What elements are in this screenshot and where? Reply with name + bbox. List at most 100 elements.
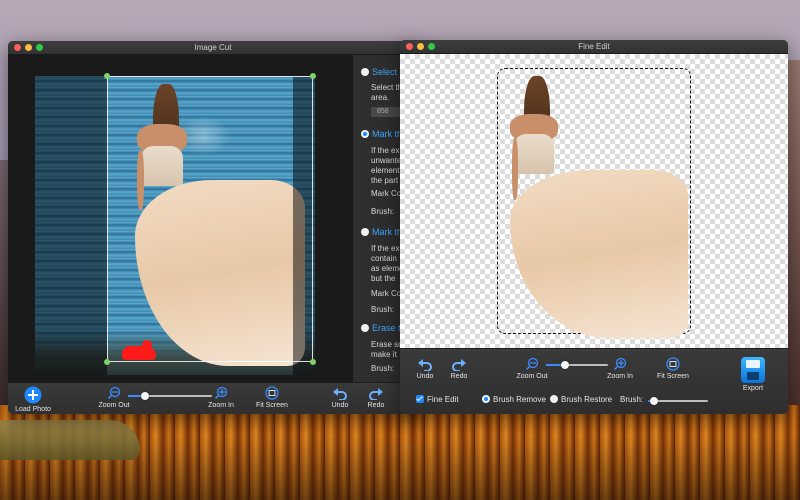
selection-handle-bottom-left[interactable]: [104, 359, 110, 365]
export-button[interactable]: Export: [734, 357, 772, 392]
selection-handle-bottom-right[interactable]: [310, 359, 316, 365]
radio-brush-remove[interactable]: [482, 395, 490, 403]
option-desc: make it: [371, 350, 397, 359]
redo-icon: [452, 359, 466, 371]
option-desc: element: [371, 166, 400, 175]
minimize-button[interactable]: [25, 44, 32, 51]
undo-icon: [333, 388, 347, 400]
option-desc: contain: [371, 254, 397, 263]
fine-fit-screen-button[interactable]: Fit Screen: [652, 357, 694, 380]
selection-rectangle[interactable]: [107, 76, 313, 362]
source-photo[interactable]: [35, 73, 316, 375]
option-desc: Erase so: [371, 340, 403, 349]
close-button[interactable]: [406, 43, 413, 50]
image-cut-window: Image Cut Select c Select th area. 858 M…: [8, 41, 418, 414]
brush-restore-option[interactable]: Brush Restore: [550, 395, 612, 404]
brush-label: Brush:: [371, 305, 395, 314]
zoom-in-icon: [214, 386, 228, 400]
redo-icon: [369, 388, 383, 400]
option-select-rect[interactable]: Select c: [361, 67, 404, 77]
option-desc: the part: [371, 176, 399, 185]
fit-screen-label: Fit Screen: [256, 402, 288, 409]
radio-brush-restore[interactable]: [550, 395, 558, 403]
minimize-button[interactable]: [417, 43, 424, 50]
redo-label: Redo: [367, 402, 385, 409]
option-desc: as eleme: [371, 264, 404, 273]
load-photo-button[interactable]: Load Photo: [12, 386, 54, 413]
zoom-out-button[interactable]: Zoom Out: [94, 386, 134, 409]
image-cut-titlebar[interactable]: Image Cut: [8, 41, 418, 55]
option-desc: If the ex: [371, 244, 400, 253]
plus-icon: [24, 386, 42, 404]
maximize-button[interactable]: [36, 44, 43, 51]
option-desc: unwante: [371, 156, 402, 165]
zoom-in-label: Zoom In: [208, 402, 234, 409]
fine-edit-toolbar: Undo Redo Zoom Out Zoom In Fit Screen Ex…: [400, 348, 788, 414]
mark-color-label: Mark Co: [371, 189, 402, 198]
fit-screen-icon: [265, 386, 279, 400]
mark-color-label: Mark Co: [371, 289, 402, 298]
maximize-button[interactable]: [428, 43, 435, 50]
radio-select-rect[interactable]: [361, 68, 369, 76]
zoom-in-icon: [613, 357, 627, 371]
image-cut-canvas[interactable]: [8, 55, 353, 382]
option-mark-keep[interactable]: Mark th: [361, 129, 402, 139]
undo-label: Undo: [416, 373, 434, 380]
desktop-shore: [0, 420, 140, 460]
cutout-figure: [504, 76, 690, 338]
fit-screen-button[interactable]: Fit Screen: [250, 386, 294, 409]
brush-remove-option[interactable]: Brush Remove: [482, 395, 546, 404]
fit-screen-label: Fit Screen: [657, 373, 689, 380]
zoom-out-icon: [107, 386, 121, 400]
selection-handle-top-right[interactable]: [310, 73, 316, 79]
brush-label: Brush:: [371, 364, 395, 373]
fine-redo-button[interactable]: Redo: [446, 357, 472, 380]
selection-handle-top-left[interactable]: [104, 73, 110, 79]
zoom-in-button[interactable]: Zoom In: [201, 386, 241, 409]
option-desc: area.: [371, 93, 390, 102]
transparent-canvas[interactable]: [400, 54, 788, 348]
load-photo-label: Load Photo: [15, 406, 51, 413]
radio-mark-remove[interactable]: [361, 228, 369, 236]
save-disk-icon: [741, 357, 765, 383]
redo-label: Redo: [450, 373, 468, 380]
option-desc: but the: [371, 274, 396, 283]
undo-button[interactable]: Undo: [326, 386, 354, 409]
zoom-in-label: Zoom In: [607, 373, 633, 380]
fine-undo-button[interactable]: Undo: [412, 357, 438, 380]
redo-button[interactable]: Redo: [362, 386, 390, 409]
undo-label: Undo: [331, 402, 349, 409]
option-desc: Select th: [371, 83, 403, 92]
fine-edit-label: Fine Edit: [427, 395, 459, 404]
fine-edit-titlebar[interactable]: Fine Edit: [400, 40, 788, 54]
fine-edit-checkbox[interactable]: Fine Edit: [416, 395, 459, 404]
window-title: Fine Edit: [578, 42, 610, 51]
brush-restore-label: Brush Restore: [561, 395, 613, 404]
close-button[interactable]: [14, 44, 21, 51]
brush-size-label: Brush:: [620, 395, 644, 404]
brush-size-slider-knob[interactable]: [650, 397, 658, 405]
export-label: Export: [742, 385, 764, 392]
brush-remove-label: Brush Remove: [493, 395, 546, 404]
option-mark-remove[interactable]: Mark th: [361, 227, 402, 237]
zoom-out-label: Zoom Out: [516, 373, 548, 380]
remove-mark-stroke: [122, 340, 156, 360]
image-cut-toolbar: Load Photo Zoom Out Zoom In Fit Screen U…: [8, 382, 418, 414]
radio-erase[interactable]: [361, 324, 369, 332]
fine-zoom-in-button[interactable]: Zoom In: [602, 357, 638, 380]
fine-edit-window: Fine Edit Undo Redo Zoom Out Zoom In Fit…: [400, 40, 788, 414]
option-erase[interactable]: Erase t: [361, 323, 401, 333]
zoom-out-label: Zoom Out: [98, 402, 130, 409]
undo-icon: [418, 359, 432, 371]
fine-zoom-out-button[interactable]: Zoom Out: [512, 357, 552, 380]
checkbox-checked-icon[interactable]: [416, 395, 424, 403]
fit-screen-icon: [666, 357, 680, 371]
option-desc: If the ex: [371, 146, 400, 155]
zoom-slider-knob[interactable]: [140, 392, 149, 400]
window-title: Image Cut: [194, 43, 232, 52]
zoom-out-icon: [525, 357, 539, 371]
outside-selection-left: [35, 76, 107, 375]
brush-label: Brush:: [371, 207, 395, 216]
fine-zoom-slider-knob[interactable]: [560, 361, 569, 369]
radio-mark-keep[interactable]: [361, 130, 369, 138]
